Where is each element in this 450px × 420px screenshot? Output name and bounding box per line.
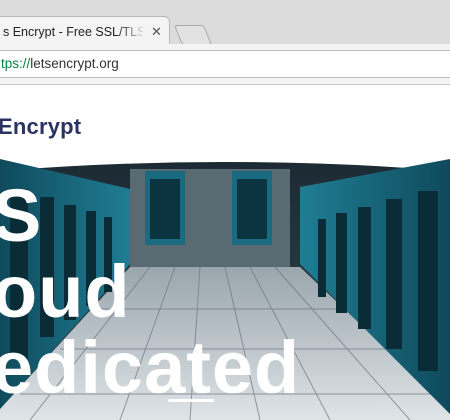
browser-tab-strip: s Encrypt - Free SSL/TLS C ✕ (0, 0, 450, 47)
tab-title-fade (117, 19, 147, 43)
browser-toolbar: tps://letsencrypt.org (0, 44, 450, 85)
site-logo[interactable]: Encrypt (0, 114, 81, 140)
close-icon[interactable]: ✕ (151, 24, 162, 40)
hero-headline-line-2: oud (0, 250, 131, 333)
hero-headline-line-3: edicated (0, 326, 301, 409)
address-bar[interactable]: tps://letsencrypt.org (0, 50, 450, 78)
hero-banner: S oud edicated (0, 159, 450, 420)
web-page: Encrypt S oud edicated (0, 85, 450, 420)
carousel-indicator[interactable] (168, 399, 214, 402)
hero-headline-line-1: S (0, 174, 43, 257)
browser-tab[interactable]: s Encrypt - Free SSL/TLS C ✕ (0, 16, 170, 47)
url-host: letsencrypt.org (30, 56, 119, 71)
new-tab-button[interactable] (173, 25, 213, 45)
address-url[interactable]: tps://letsencrypt.org (1, 56, 119, 71)
url-scheme: tps:// (1, 56, 31, 71)
